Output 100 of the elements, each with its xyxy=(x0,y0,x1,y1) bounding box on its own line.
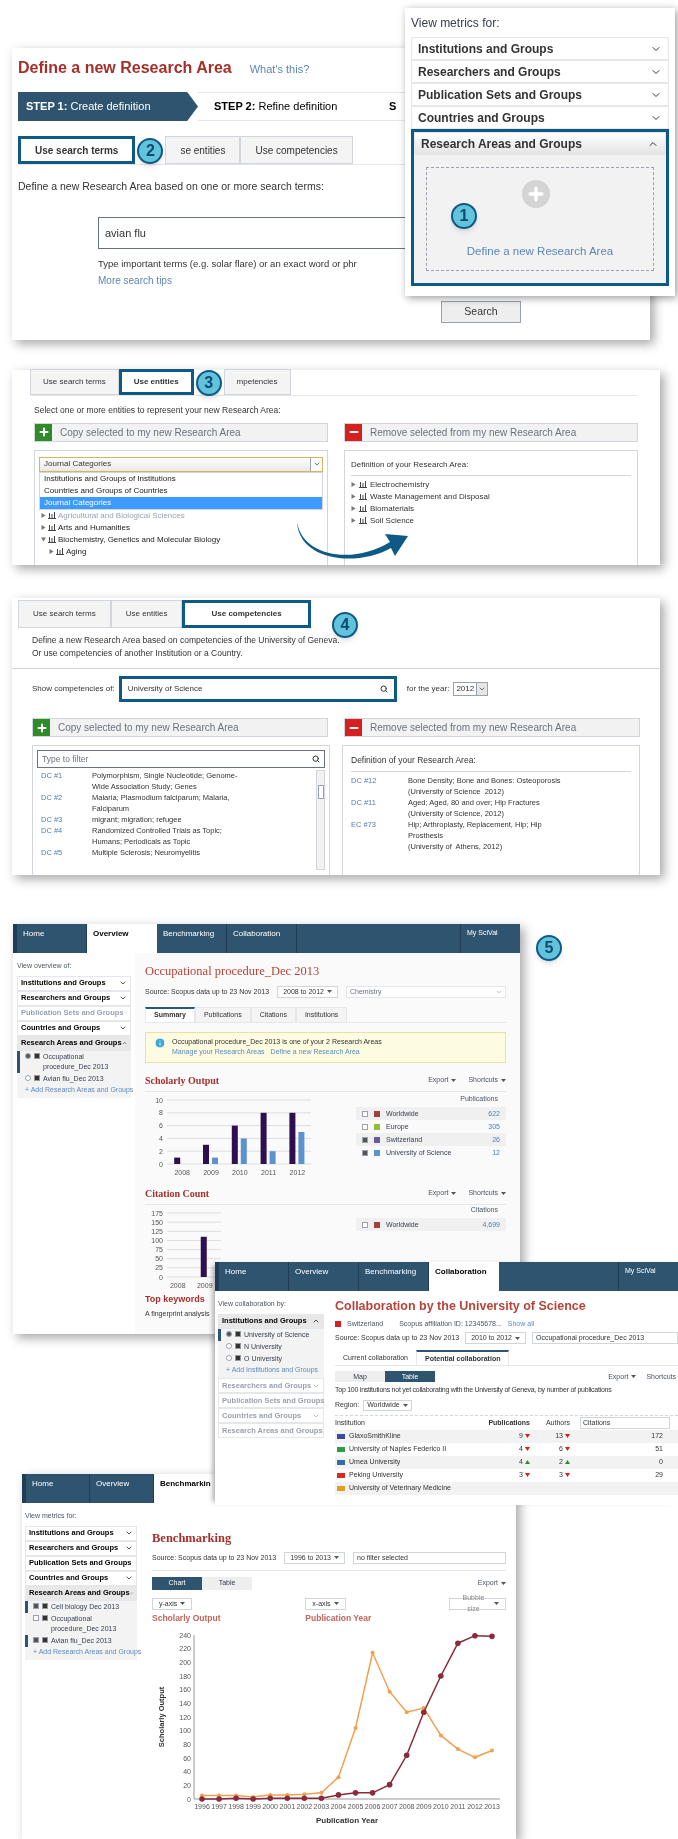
remove-button[interactable]: Remove selected from my new Research Area xyxy=(344,422,638,442)
caret-icon xyxy=(327,990,332,994)
checkbox[interactable] xyxy=(362,1123,368,1130)
radio-button[interactable] xyxy=(226,1342,232,1349)
checkbox[interactable] xyxy=(33,1602,39,1609)
data-point xyxy=(370,1650,375,1655)
search-icon xyxy=(379,685,388,693)
category-icon xyxy=(48,512,56,520)
plus-icon xyxy=(33,719,50,736)
minus-icon xyxy=(345,719,362,736)
nav-tab[interactable]: Overview xyxy=(289,1262,359,1291)
radio-button[interactable] xyxy=(25,1052,31,1059)
data-point xyxy=(404,1709,409,1714)
tab[interactable]: Use entities xyxy=(118,369,194,395)
section-title: Citation Count xyxy=(145,1186,210,1201)
plus-icon xyxy=(522,180,550,208)
data-point xyxy=(455,1639,461,1646)
axis-title: Publication Year xyxy=(315,1815,379,1825)
hint-text: Type important terms (e.g. solar flare) or an exact word or phr xyxy=(98,256,357,271)
bar xyxy=(203,1144,209,1164)
data-point xyxy=(472,1754,477,1759)
nav-tab[interactable]: Home xyxy=(219,1262,289,1291)
chevron-up-icon xyxy=(121,1039,127,1047)
instruction-text: Select one or more entities to represent your new Research Area: xyxy=(34,404,281,417)
page-title: Collaboration by the University of Science xyxy=(335,1298,586,1315)
search-icon xyxy=(312,755,320,763)
tab[interactable]: Use competencies xyxy=(182,600,311,628)
tab[interactable]: mpetencies xyxy=(223,369,291,395)
expand-arrow-icon[interactable] xyxy=(41,525,46,531)
flag-icon xyxy=(335,1321,341,1327)
menu-group[interactable]: Publication Sets and Groups xyxy=(411,83,669,106)
nav-tab[interactable]: Collaboration xyxy=(429,1262,499,1291)
checkbox[interactable] xyxy=(362,1149,368,1156)
chevron-down-icon xyxy=(496,988,502,995)
collapse-arrow-icon[interactable] xyxy=(41,537,46,543)
menu-heading: View metrics for: xyxy=(411,15,501,32)
caret-icon xyxy=(501,1078,506,1082)
menu-group[interactable]: Institutions and Groups xyxy=(411,37,669,60)
field-label: Show competencies of: xyxy=(32,683,115,695)
tree-item[interactable]: Biochemistry, Genetics and Molecular Biology xyxy=(58,533,221,546)
tree-item[interactable]: Arts and Humanities xyxy=(58,521,131,534)
radio-button[interactable] xyxy=(226,1330,232,1337)
filter-field[interactable]: Type to filter xyxy=(37,750,325,768)
tab[interactable]: Use search terms xyxy=(30,369,119,395)
data-point xyxy=(387,1689,392,1694)
checkbox[interactable] xyxy=(362,1221,368,1228)
tips-link[interactable]: More search tips xyxy=(98,273,172,288)
minus-icon xyxy=(345,423,362,441)
scroll-thumb[interactable] xyxy=(317,785,324,799)
copy-button[interactable]: Copy selected to my new Research Area xyxy=(32,718,328,737)
chevron-up-icon xyxy=(312,1317,320,1325)
caret-icon xyxy=(631,1375,637,1379)
bar xyxy=(240,1138,247,1164)
bar xyxy=(231,1125,238,1164)
caret-icon xyxy=(402,1403,408,1407)
section-title: Top keywords xyxy=(145,1292,205,1306)
radio-button[interactable] xyxy=(25,1074,31,1081)
description-text: Or use competencies of another Institution or a Country. xyxy=(32,647,243,660)
menu-group[interactable]: Researchers and Groups xyxy=(411,60,669,83)
axis-metric-title: Scholarly Output xyxy=(152,1611,222,1625)
checkbox[interactable] xyxy=(362,1136,368,1143)
section-title: Scholarly Output xyxy=(145,1073,220,1088)
nav-tab[interactable]: Benchmarkin xyxy=(154,1474,218,1503)
data-point xyxy=(335,1791,342,1798)
search-button[interactable]: Search xyxy=(441,301,521,323)
nav-tab[interactable]: Overview xyxy=(87,924,157,953)
data-point xyxy=(353,1725,358,1730)
dropdown[interactable]: Journal Categories xyxy=(39,456,323,472)
callout-number: 5 xyxy=(536,935,562,961)
radio-button[interactable] xyxy=(226,1354,232,1361)
bar xyxy=(212,1157,218,1164)
tab[interactable]: Use search terms xyxy=(18,136,136,164)
tab[interactable]: Use entities xyxy=(110,600,183,628)
tree-item[interactable]: Aging xyxy=(66,545,87,558)
caret-icon xyxy=(515,1336,520,1340)
tab[interactable]: Use search terms xyxy=(18,600,111,628)
checkbox[interactable] xyxy=(33,1614,39,1621)
menu-group[interactable]: Countries and Groups xyxy=(411,106,669,129)
tab[interactable]: se entities xyxy=(165,136,241,164)
menu-group[interactable]: Research Areas and Groups xyxy=(414,132,666,155)
checkbox[interactable] xyxy=(362,1110,368,1117)
wizard-step: STEP 1: Create definition xyxy=(18,92,198,121)
bar xyxy=(269,1150,276,1164)
tree-item: Biomaterials xyxy=(370,502,414,515)
tab[interactable]: Use competencies xyxy=(240,136,353,164)
help-link[interactable]: What's this? xyxy=(249,61,310,78)
year-select[interactable]: 2012 xyxy=(453,682,489,696)
caret-icon xyxy=(494,1602,499,1606)
dropdown-option[interactable]: Countries and Groups of Countries xyxy=(40,484,322,497)
nav-tab[interactable]: Home xyxy=(26,1474,90,1503)
remove-button[interactable]: Remove selected from my new Research Area xyxy=(344,718,640,737)
expand-arrow-icon[interactable] xyxy=(49,549,54,555)
dropdown-option[interactable]: Institutions and Groups of Institutions xyxy=(40,472,322,485)
data-point xyxy=(455,1746,460,1751)
instruction-text: Define a new Research Area based on one or more search terms: xyxy=(18,179,324,194)
checkbox[interactable] xyxy=(33,1636,39,1643)
caret-icon xyxy=(476,683,488,695)
copy-button[interactable]: Copy selected to my new Research Area xyxy=(34,422,328,442)
page-title: Occupational procedure_Dec 2013 xyxy=(145,963,320,980)
entity-search-field[interactable]: University of Science xyxy=(118,676,397,702)
